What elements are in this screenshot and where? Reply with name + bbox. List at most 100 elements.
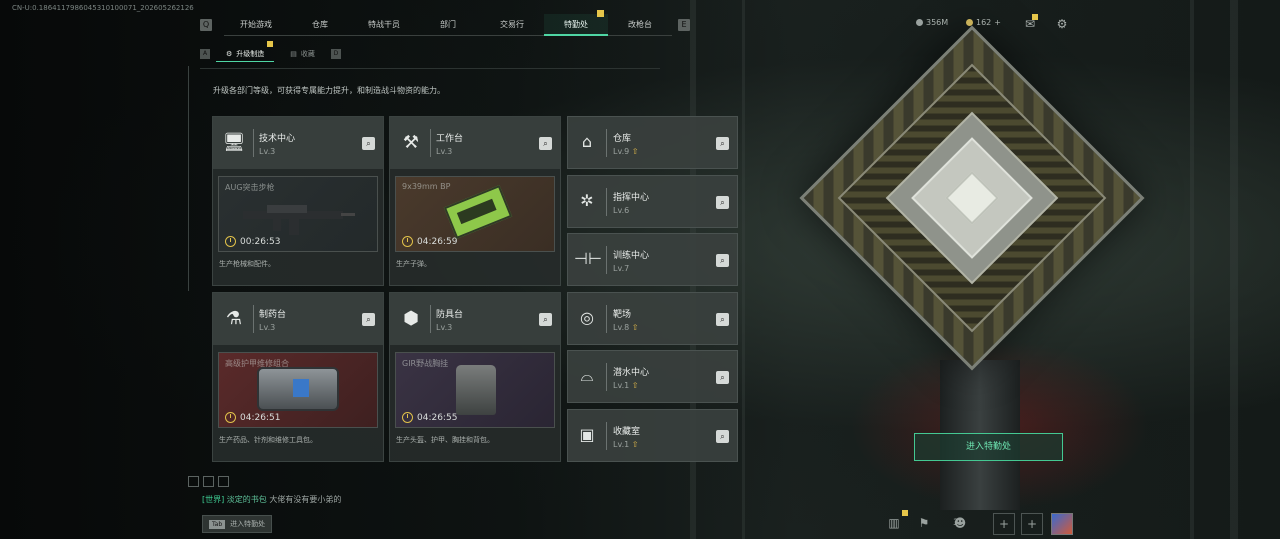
station-name: 制药台 — [259, 310, 287, 320]
currency-secondary-value: 162 — [976, 18, 992, 27]
stats-icon[interactable]: ▥ — [884, 513, 904, 533]
search-icon[interactable]: ⌕ — [539, 313, 552, 326]
collection-icon: ▣ — [579, 425, 595, 444]
department-shooting-range[interactable]: ◎ 靶场 Lv.8 ⇧ ⌕ — [567, 292, 738, 345]
tab-start-game[interactable]: 开始游戏 — [224, 14, 288, 36]
department-level-value: Lv.1 — [613, 381, 630, 390]
warehouse-icon: ⌂ — [581, 132, 593, 151]
department-training-center[interactable]: ⊣⊢ 训练中心 Lv.7 ⌕ — [567, 233, 738, 286]
cube-artifact-image — [799, 25, 1145, 371]
enter-special-ops-button[interactable]: 进入特勤处 — [914, 433, 1063, 461]
add-currency-icon[interactable]: + — [994, 18, 1001, 27]
production-timer: 00:26:53 — [225, 236, 280, 247]
search-icon[interactable]: ⌕ — [716, 196, 729, 209]
station-card-workbench[interactable]: ⚒ 工作台 Lv.3 ⌕ 9x39mm BP 04:26:59 生产子弹。 — [389, 116, 561, 286]
search-icon[interactable]: ⌕ — [362, 137, 375, 150]
station-card-pharmacy[interactable]: ⚗ 制药台 Lv.3 ⌕ 高级护甲维修组合 04:26:51 生产药品、针剂和维… — [212, 292, 384, 462]
department-level: Lv.6 — [613, 206, 629, 215]
upgrade-arrow-icon: ⇧ — [631, 147, 639, 156]
search-icon[interactable]: ⌕ — [716, 430, 729, 443]
avatar[interactable] — [1051, 513, 1073, 535]
top-nav: Q 开始游戏 仓库 特战干员 部门 交易行 特勤处 改枪台 E — [200, 10, 690, 36]
station-card-armor-bench[interactable]: ⬢ 防具台 Lv.3 ⌕ GIR野战胸挂 04:26:55 生产头盔、护甲、胸挂… — [389, 292, 561, 462]
ammo-box-image — [443, 184, 513, 240]
subtab-prev-key[interactable]: A — [200, 49, 210, 59]
flask-icon: ⚗ — [225, 308, 243, 329]
department-name: 靶场 — [613, 310, 632, 320]
diving-icon: ⌓ — [580, 366, 594, 385]
subtab-collection[interactable]: ▤ 收藏 — [280, 46, 325, 62]
department-name: 潜水中心 — [613, 368, 650, 378]
production-slot[interactable]: GIR野战胸挂 04:26:55 — [395, 352, 555, 428]
settings-gear-icon[interactable]: ⚙ — [1054, 16, 1070, 32]
stats-badge — [902, 510, 908, 516]
station-name: 工作台 — [436, 134, 464, 144]
department-collection-room[interactable]: ▣ 收藏室 Lv.1 ⇧ ⌕ — [567, 409, 738, 462]
invite-slot-button[interactable]: + — [993, 513, 1015, 535]
nav-prev-key[interactable]: Q — [200, 19, 212, 31]
search-icon[interactable]: ⌕ — [716, 137, 729, 150]
station-level: Lv.3 — [436, 147, 453, 156]
invite-slot-button[interactable]: + — [1021, 513, 1043, 535]
chest-rig-image — [456, 365, 496, 415]
station-level: Lv.3 — [259, 147, 276, 156]
tab-operators[interactable]: 特战干员 — [352, 14, 416, 36]
station-description: 生产枪械和配件。 — [219, 260, 275, 268]
upgrade-arrow-icon: ⇧ — [631, 381, 639, 390]
search-icon[interactable]: ⌕ — [362, 313, 375, 326]
station-level: Lv.3 — [436, 323, 453, 332]
search-icon[interactable]: ⌕ — [539, 137, 552, 150]
tab-special-ops[interactable]: 特勤处 — [544, 10, 608, 36]
subtab-upgrade-craft-label: 升级制造 — [236, 49, 265, 58]
department-diving-center[interactable]: ⌓ 潜水中心 Lv.1 ⇧ ⌕ — [567, 350, 738, 403]
station-card-tech-center[interactable]: 🖥 技术中心 Lv.3 ⌕ AUG突击步枪 00:26:53 生产枪械和配件。 — [212, 116, 384, 286]
department-warehouse[interactable]: ⌂ 仓库 Lv.9 ⇧ ⌕ — [567, 116, 738, 169]
production-slot[interactable]: 9x39mm BP 04:26:59 — [395, 176, 555, 252]
clock-icon — [402, 236, 413, 247]
department-level-value: Lv.9 — [613, 147, 630, 156]
frame-line — [188, 66, 189, 291]
armor-icon: ⬢ — [403, 308, 419, 329]
header-separator — [253, 305, 254, 333]
timer-value: 04:26:55 — [417, 412, 458, 423]
department-level: Lv.8 ⇧ — [613, 323, 638, 332]
chat-message[interactable]: [世界] 淡定的书包 大佬有没有要小弟的 — [202, 494, 341, 505]
production-timer: 04:26:51 — [225, 412, 280, 423]
clock-icon — [225, 236, 236, 247]
header-separator — [606, 422, 607, 450]
tab-hint-button[interactable]: Tab 进入特勤处 — [202, 515, 273, 533]
currency-secondary: 162 + — [966, 18, 1001, 27]
chat-tool-button[interactable] — [188, 476, 199, 487]
subtab-next-key[interactable]: D — [330, 49, 341, 59]
search-icon[interactable]: ⌕ — [716, 254, 729, 267]
production-slot[interactable]: 高级护甲维修组合 04:26:51 — [218, 352, 378, 428]
build-id: CN-U:0.1864117986045310100071_2026052621… — [12, 4, 194, 12]
chat-user: 淡定的书包 — [226, 495, 267, 504]
tab-warehouse[interactable]: 仓库 — [288, 14, 352, 36]
search-icon[interactable]: ⌕ — [716, 313, 729, 326]
tab-gunsmith[interactable]: 改枪台 — [608, 14, 672, 36]
station-name: 技术中心 — [259, 134, 296, 144]
search-icon[interactable]: ⌕ — [716, 371, 729, 384]
department-name: 训练中心 — [613, 251, 650, 261]
department-command-center[interactable]: ✲ 指挥中心 Lv.6 ⌕ — [567, 175, 738, 228]
production-timer: 04:26:59 — [402, 236, 457, 247]
tab-departments[interactable]: 部门 — [416, 14, 480, 36]
dumbbell-icon: ⊣⊢ — [574, 249, 602, 268]
chat-tool-button[interactable] — [203, 476, 214, 487]
collection-tab-icon: ▤ — [290, 50, 297, 58]
production-timer: 04:26:55 — [402, 412, 457, 423]
clock-icon — [402, 412, 413, 423]
department-level: Lv.1 ⇧ — [613, 381, 638, 390]
chat-tool-button[interactable] — [218, 476, 229, 487]
flag-icon[interactable]: ⚑ — [914, 513, 934, 533]
currency-primary: 356M — [916, 18, 948, 27]
production-slot[interactable]: AUG突击步枪 00:26:53 — [218, 176, 378, 252]
subtab-upgrade-craft[interactable]: ⚙ 升级制造 — [216, 41, 275, 62]
tab-market[interactable]: 交易行 — [480, 14, 544, 36]
nav-next-key[interactable]: E — [678, 19, 690, 31]
assault-rifle-image — [243, 205, 355, 235]
party-count: 3 — [953, 518, 959, 528]
computer-icon: 🖥 — [222, 132, 246, 153]
token-icon — [966, 19, 973, 26]
